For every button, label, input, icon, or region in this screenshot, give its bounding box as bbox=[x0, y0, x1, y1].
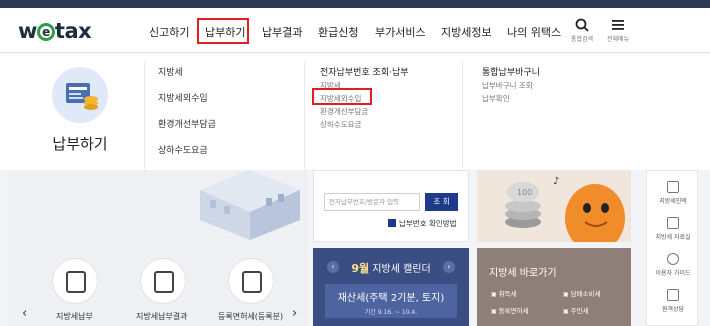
side-label: 이용자 가이드 bbox=[655, 270, 691, 277]
svg-text:100: 100 bbox=[517, 188, 532, 197]
shortcut-title: 지방세 바로가기 bbox=[489, 268, 557, 279]
side-resources[interactable]: 지방세 자료실 bbox=[647, 217, 699, 241]
lookup-button[interactable]: 조 회 bbox=[425, 193, 458, 211]
divider bbox=[144, 61, 145, 171]
help-link-label: 납부번호 확인방법 bbox=[399, 219, 457, 228]
top-strip bbox=[0, 0, 710, 8]
menu-button[interactable]: 전체메뉴 bbox=[603, 18, 633, 43]
divider bbox=[462, 61, 463, 171]
next-month-button[interactable]: › bbox=[443, 261, 455, 273]
shortcut-registration-tax[interactable]: 등록면허세 bbox=[491, 305, 529, 315]
payment-doc-icon bbox=[66, 271, 86, 293]
quick-registration-tax[interactable] bbox=[228, 258, 274, 304]
svg-text:♪: ♪ bbox=[553, 176, 559, 187]
payment-category-icon bbox=[52, 67, 108, 123]
search-label: 통합검색 bbox=[570, 36, 594, 43]
quick-payment-result[interactable] bbox=[140, 258, 186, 304]
quick-prev-arrow[interactable]: ‹ bbox=[22, 306, 27, 321]
shortcut-resident-tax[interactable]: 주민세 bbox=[563, 305, 589, 315]
submenu-env-charge[interactable]: 환경개선부담금 bbox=[320, 106, 368, 117]
building-icon bbox=[242, 271, 262, 293]
chat-icon bbox=[667, 253, 679, 265]
event-period: 기간 9.16. ~ 10.4. bbox=[364, 309, 418, 316]
side-label: 지방세인덱 bbox=[659, 198, 687, 205]
search-button[interactable]: 통합검색 bbox=[567, 18, 597, 43]
quick-label-registration[interactable]: 등록면허세(등록분) bbox=[218, 311, 283, 322]
menu-epay-lookup-heading[interactable]: 전자납부번호 조회·납부 bbox=[320, 65, 409, 78]
menu-basket-heading[interactable]: 통합납부바구니 bbox=[482, 65, 540, 78]
shortcut-acquisition-tax[interactable]: 취득세 bbox=[491, 288, 517, 298]
side-user-guide[interactable]: 이용자 가이드 bbox=[647, 253, 699, 277]
document-icon bbox=[667, 217, 679, 229]
monitor-icon bbox=[667, 289, 679, 301]
epay-search-panel: 전자납부번호/방문자 입력 조 회 납부번호 확인방법 bbox=[313, 170, 469, 242]
epay-number-input[interactable]: 전자납부번호/방문자 입력 bbox=[324, 193, 420, 211]
nav-refund[interactable]: 환급신청 bbox=[318, 24, 358, 40]
submenu-highlight-box bbox=[312, 88, 372, 105]
calendar-event[interactable]: 재산세(주택 2기분, 토지) 기간 9.16. ~ 10.4. bbox=[325, 284, 457, 318]
quick-next-arrow[interactable]: › bbox=[292, 306, 297, 321]
payment-number-help-link[interactable]: 납부번호 확인방법 bbox=[388, 218, 457, 229]
invoice-coins-icon bbox=[66, 83, 98, 110]
nav-report[interactable]: 신고하기 bbox=[149, 24, 189, 40]
quick-label-result[interactable]: 지방세납부결과 bbox=[136, 311, 188, 322]
event-title: 재산세(주택 2기분, 토지) bbox=[337, 293, 445, 304]
header: w e tax 신고하기 납부하기 납부결과 환급신청 부가서비스 지방세정보 나의… bbox=[0, 8, 710, 52]
submenu-basket-lookup[interactable]: 납부바구니 조회 bbox=[482, 80, 533, 91]
menu-env-charge[interactable]: 환경개선부담금 bbox=[158, 117, 216, 130]
nav-payment-result[interactable]: 납부결과 bbox=[262, 24, 302, 40]
quick-local-tax-payment[interactable] bbox=[52, 258, 98, 304]
side-local-tax-index[interactable]: 지방세인덱 bbox=[647, 181, 699, 205]
promo-banner[interactable]: 100 ♪ bbox=[477, 170, 631, 242]
nav-my-wetax[interactable]: 나의 위택스 bbox=[507, 24, 561, 40]
submenu-payment-confirm[interactable]: 납부확인 bbox=[482, 93, 510, 104]
divider bbox=[304, 61, 305, 171]
menu-label: 전체메뉴 bbox=[606, 36, 630, 43]
menu-water-fee[interactable]: 상하수도요금 bbox=[158, 143, 208, 156]
mega-menu: 납부하기 지방세 지방세외수입 환경개선부담금 상하수도요금 전자납부번호 조회… bbox=[0, 52, 710, 171]
mascot-coins-illustration: 100 ♪ bbox=[505, 176, 625, 242]
wetax-logo[interactable]: w e tax bbox=[18, 19, 92, 43]
hamburger-icon bbox=[612, 20, 624, 30]
nav-extra-services[interactable]: 부가서비스 bbox=[375, 24, 426, 40]
menu-non-tax-revenue[interactable]: 지방세외수입 bbox=[158, 91, 208, 104]
calendar-title: 지방세 캘린더 bbox=[369, 264, 431, 275]
category-title: 납부하기 bbox=[52, 135, 108, 153]
submenu-water-fee[interactable]: 상하수도요금 bbox=[320, 119, 361, 130]
side-quick-bar: 지방세인덱 지방세 자료실 이용자 가이드 원격상담 bbox=[646, 170, 698, 326]
nav-highlight-box bbox=[197, 18, 249, 44]
side-label: 지방세 자료실 bbox=[655, 234, 691, 241]
shortcut-tobacco-tax[interactable]: 담배소비세 bbox=[563, 288, 601, 298]
quick-label-payment[interactable]: 지방세납부 bbox=[56, 311, 93, 322]
book-icon bbox=[667, 181, 679, 193]
help-icon bbox=[388, 219, 396, 227]
side-remote-support[interactable]: 원격상담 bbox=[647, 289, 699, 313]
building-illustration bbox=[200, 170, 300, 240]
local-tax-shortcuts: 지방세 바로가기 취득세 담배소비세 등록면허세 주민세 bbox=[477, 248, 631, 326]
calendar-month: 9월 bbox=[351, 262, 370, 275]
side-label: 원격상담 bbox=[661, 306, 685, 313]
tax-calendar: ‹ 9월 지방세 캘린더 › 재산세(주택 2기분, 토지) 기간 9.16. … bbox=[313, 248, 469, 326]
monitor-doc-icon bbox=[154, 271, 174, 293]
search-icon bbox=[575, 18, 589, 32]
menu-local-tax[interactable]: 지방세 bbox=[158, 65, 183, 78]
nav-local-tax-info[interactable]: 지방세정보 bbox=[441, 24, 492, 40]
